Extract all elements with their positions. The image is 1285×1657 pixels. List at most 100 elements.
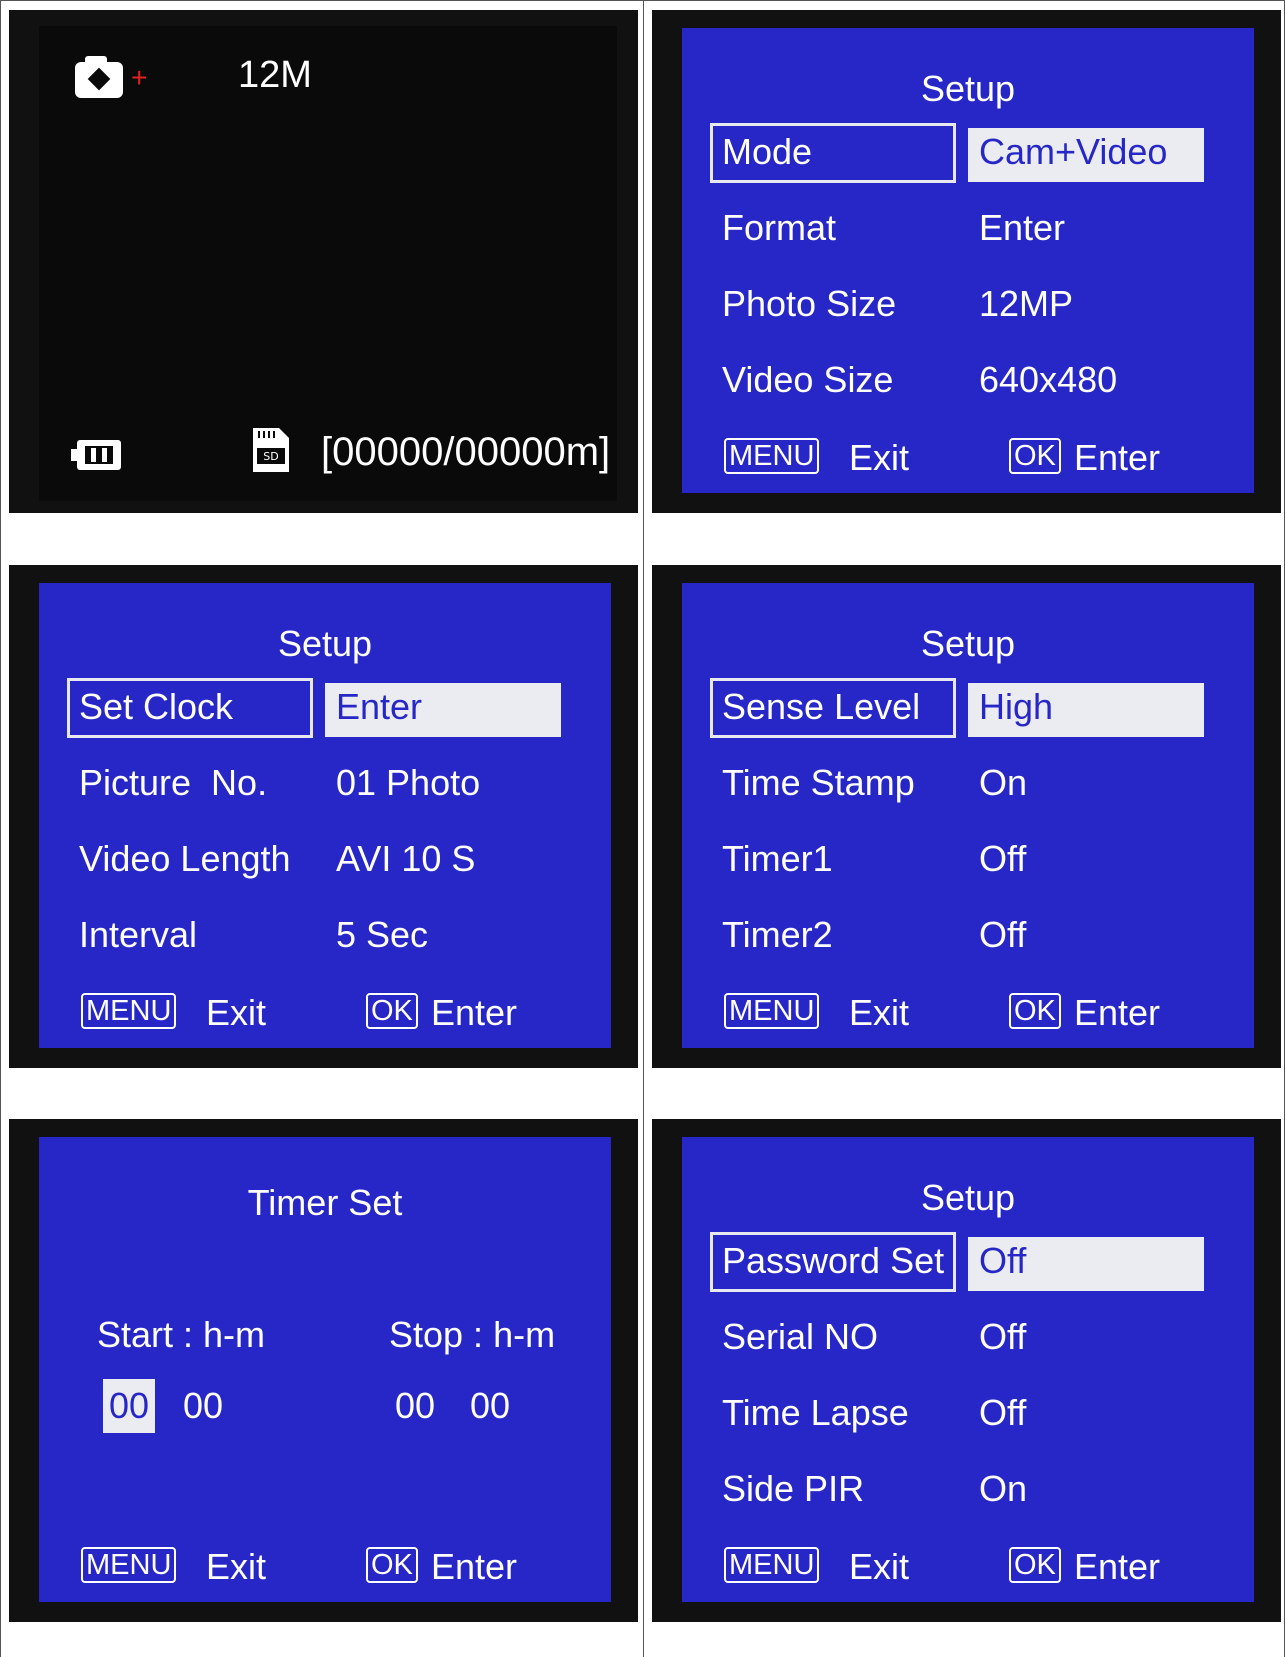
setup-panel-2: Setup Set Clock Enter Picture No. 01 Pho… — [9, 565, 638, 1068]
setup-panel-4: Setup Password Set Off Serial NO Off Tim… — [652, 1119, 1281, 1622]
menu-row-value: Off — [979, 914, 1027, 955]
menu-row-serial-no[interactable]: Serial NO Off — [682, 1308, 1254, 1366]
menu-row-format[interactable]: Format Enter — [682, 199, 1254, 257]
screen-footer: MENU Exit OK Enter — [39, 988, 611, 1038]
live-view-panel: + 12M SD [00000/00000m] — [9, 10, 638, 513]
ok-key[interactable]: OK — [366, 993, 418, 1029]
enter-label: Enter — [431, 992, 518, 1033]
menu-row-label: Video Length — [79, 838, 291, 879]
sd-label: SD — [263, 450, 278, 463]
menu-key[interactable]: MENU — [81, 993, 177, 1029]
screen-title: Timer Set — [247, 1182, 403, 1223]
menu-row-password-set[interactable]: Password Set Off — [682, 1232, 1254, 1292]
menu-row-picture-no[interactable]: Picture No. 01 Photo — [39, 754, 611, 812]
enter-label: Enter — [1074, 437, 1161, 478]
live-view-screen: + 12M SD [00000/00000m] — [39, 26, 617, 501]
screen-title: Setup — [920, 68, 1016, 109]
menu-row-photo-size[interactable]: Photo Size 12MP — [682, 275, 1254, 333]
menu-row-label: Interval — [79, 914, 198, 955]
enter-label: Enter — [431, 1546, 518, 1587]
menu-row-value: Enter — [336, 686, 423, 727]
menu-row-value: Off — [979, 1240, 1027, 1281]
menu-row-label: Serial NO — [722, 1316, 879, 1357]
menu-row-value: High — [979, 686, 1054, 727]
menu-row-side-pir[interactable]: Side PIR On — [682, 1460, 1254, 1518]
menu-row-timer2[interactable]: Timer2 Off — [682, 906, 1254, 964]
screen-title: Setup — [920, 623, 1016, 664]
screen-footer: MENU Exit OK Enter — [39, 1542, 611, 1592]
menu-row-value: 640x480 — [979, 359, 1118, 400]
ok-key[interactable]: OK — [1009, 1547, 1061, 1583]
menu-row-value: Off — [979, 838, 1027, 879]
start-hour-field[interactable]: 00 — [103, 1379, 156, 1433]
menu-row-label: Side PIR — [722, 1468, 865, 1509]
menu-key[interactable]: MENU — [81, 1547, 177, 1583]
screen-title: Setup — [920, 1177, 1016, 1218]
ok-key[interactable]: OK — [1009, 993, 1061, 1029]
menu-row-interval[interactable]: Interval 5 Sec — [39, 906, 611, 964]
menu-row-label: Time Stamp — [722, 762, 915, 803]
menu-row-value: 5 Sec — [336, 914, 429, 955]
menu-row-value: On — [979, 762, 1028, 803]
enter-label: Enter — [1074, 1546, 1161, 1587]
grid-left — [0, 0, 1, 1657]
menu-row-value: Cam+Video — [979, 131, 1168, 172]
menu-row-value: Off — [979, 1316, 1027, 1357]
menu-row-value: 01 Photo — [336, 762, 481, 803]
menu-row-label: Timer2 — [722, 914, 833, 955]
exit-label: Exit — [849, 1546, 910, 1587]
menu-row-label: Video Size — [722, 359, 894, 400]
flash-plus-icon: + — [131, 62, 148, 93]
setup-panel-1: Setup Mode Cam+Video Format Enter Photo … — [652, 10, 1281, 513]
menu-row-label: Sense Level — [722, 686, 921, 727]
timer-set-panel: Timer Set Start : h-m Stop : h-m 00 00 0… — [9, 1119, 638, 1622]
setup-panel-3: Setup Sense Level High Time Stamp On Tim… — [652, 565, 1281, 1068]
setup-screen-3: Setup Sense Level High Time Stamp On Tim… — [682, 583, 1254, 1048]
setup-screen-4: Setup Password Set Off Serial NO Off Tim… — [682, 1137, 1254, 1602]
exit-label: Exit — [849, 992, 910, 1033]
screen-footer: MENU Exit OK Enter — [682, 433, 1254, 483]
menu-row-label: Password Set — [722, 1240, 945, 1281]
menu-key[interactable]: MENU — [724, 438, 820, 474]
timer-set-screen: Timer Set Start : h-m Stop : h-m 00 00 0… — [39, 1137, 611, 1602]
camera-icon — [75, 56, 123, 98]
menu-row-video-size[interactable]: Video Size 640x480 — [682, 351, 1254, 409]
menu-row-video-length[interactable]: Video Length AVI 10 S — [39, 830, 611, 888]
menu-row-label: Time Lapse — [722, 1392, 909, 1433]
storage-counter: [00000/00000m] — [321, 430, 611, 474]
grid-center — [643, 0, 644, 1657]
menu-row-set-clock[interactable]: Set Clock Enter — [39, 678, 611, 738]
exit-label: Exit — [206, 1546, 267, 1587]
menu-key[interactable]: MENU — [724, 993, 820, 1029]
menu-row-value: Off — [979, 1392, 1027, 1433]
battery-icon — [71, 440, 121, 470]
resolution-indicator: 12M — [238, 54, 312, 96]
screen-footer: MENU Exit OK Enter — [682, 1542, 1254, 1592]
menu-row-sense-level[interactable]: Sense Level High — [682, 678, 1254, 738]
ok-key[interactable]: OK — [366, 1547, 418, 1583]
menu-row-label: Timer1 — [722, 838, 833, 879]
screen-footer: MENU Exit OK Enter — [682, 988, 1254, 1038]
ok-key[interactable]: OK — [1009, 438, 1061, 474]
menu-row-time-lapse[interactable]: Time Lapse Off — [682, 1384, 1254, 1442]
menu-row-mode[interactable]: Mode Cam+Video — [682, 123, 1254, 183]
start-minute-field[interactable]: 00 — [177, 1379, 229, 1433]
stop-hour-field[interactable]: 00 — [389, 1379, 441, 1433]
stop-label: Stop : h-m — [389, 1314, 556, 1355]
setup-screen-1: Setup Mode Cam+Video Format Enter Photo … — [682, 28, 1254, 493]
menu-row-label: Picture No. — [79, 762, 268, 803]
menu-row-label: Set Clock — [79, 686, 234, 727]
setup-screen-2: Setup Set Clock Enter Picture No. 01 Pho… — [39, 583, 611, 1048]
start-label: Start : h-m — [97, 1314, 266, 1355]
menu-row-value: On — [979, 1468, 1028, 1509]
menu-row-label: Photo Size — [722, 283, 897, 324]
screen-title: Setup — [277, 623, 373, 664]
menu-key[interactable]: MENU — [724, 1547, 820, 1583]
menu-row-timer1[interactable]: Timer1 Off — [682, 830, 1254, 888]
menu-row-value: Enter — [979, 207, 1066, 248]
sd-card-icon: SD — [253, 428, 289, 472]
stop-minute-field[interactable]: 00 — [464, 1379, 516, 1433]
menu-row-time-stamp[interactable]: Time Stamp On — [682, 754, 1254, 812]
exit-label: Exit — [206, 992, 267, 1033]
exit-label: Exit — [849, 437, 910, 478]
